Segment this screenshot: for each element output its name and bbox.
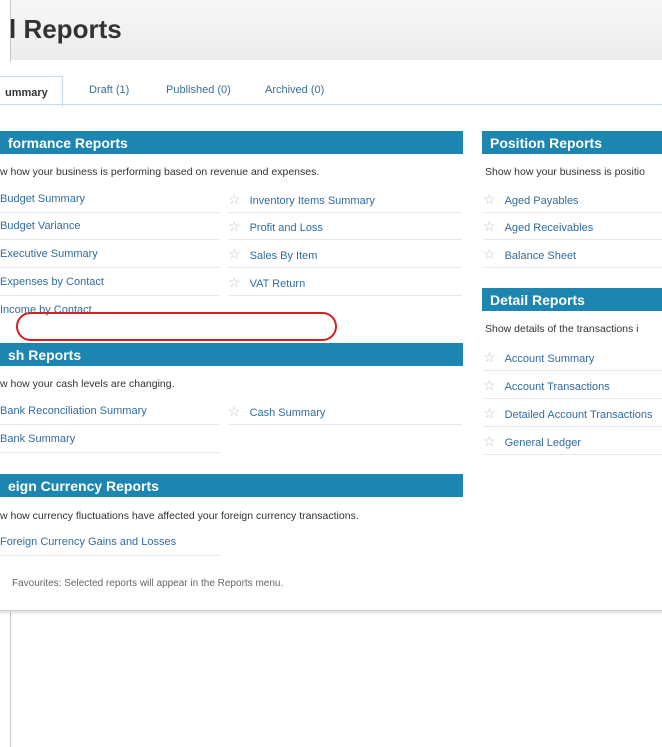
- tab-divider: [0, 104, 662, 105]
- report-link-account-summary[interactable]: ☆ Account Summary: [483, 344, 662, 371]
- report-link-budget-variance[interactable]: Budget Variance: [0, 213, 220, 240]
- report-tabs: ummary Draft (1) Published (0) Archived …: [0, 76, 662, 108]
- position-reports-description: Show how your business is positio: [485, 166, 645, 178]
- page-title: l Reports: [9, 14, 122, 44]
- report-link-label: Sales By Item: [249, 250, 318, 262]
- favourite-star-icon[interactable]: ☆: [228, 191, 241, 207]
- report-link-balance-sheet[interactable]: ☆ Balance Sheet: [483, 241, 662, 268]
- tab-published[interactable]: Published (0): [166, 84, 231, 96]
- report-link-profit-and-loss[interactable]: ☆ Profit and Loss: [228, 213, 462, 240]
- report-link-label: Bank Reconciliation Summary: [0, 405, 147, 417]
- favourite-star-icon[interactable]: ☆: [483, 349, 496, 365]
- favourite-star-icon[interactable]: ☆: [483, 218, 496, 234]
- favourite-star-icon[interactable]: ☆: [228, 403, 241, 419]
- report-link-label: Inventory Items Summary: [249, 195, 375, 207]
- report-link-label: VAT Return: [249, 278, 306, 290]
- tab-draft[interactable]: Draft (1): [89, 84, 129, 96]
- report-link-label: Account Summary: [504, 353, 595, 365]
- favourites-note: Favourites: Selected reports will appear…: [12, 578, 284, 589]
- favourite-star-icon[interactable]: ☆: [228, 246, 241, 262]
- position-reports-header: Position Reports: [482, 131, 662, 154]
- report-link-account-transactions[interactable]: ☆ Account Transactions: [483, 372, 662, 399]
- tab-archived[interactable]: Archived (0): [265, 84, 324, 96]
- report-link-label: Aged Payables: [504, 195, 579, 207]
- report-link-aged-payables[interactable]: ☆ Aged Payables: [483, 186, 662, 213]
- report-link-label: Budget Variance: [0, 220, 81, 232]
- favourite-star-icon[interactable]: ☆: [228, 274, 241, 290]
- favourite-star-icon[interactable]: ☆: [483, 405, 496, 421]
- foreign-currency-reports-description: w how currency fluctuations have affecte…: [0, 510, 359, 522]
- report-link-sales-by-item[interactable]: ☆ Sales By Item: [228, 241, 462, 268]
- detail-reports-description: Show details of the transactions i: [485, 323, 639, 335]
- report-link-executive-summary[interactable]: Executive Summary: [0, 241, 220, 268]
- favourite-star-icon[interactable]: ☆: [483, 433, 496, 449]
- favourite-star-icon[interactable]: ☆: [483, 377, 496, 393]
- report-link-label: General Ledger: [504, 437, 582, 449]
- favourite-star-icon[interactable]: ☆: [483, 246, 496, 262]
- report-link-label: Executive Summary: [0, 248, 98, 260]
- foreign-currency-reports-header: eign Currency Reports: [0, 474, 463, 497]
- report-link-label: Aged Receivables: [504, 222, 594, 234]
- report-link-expenses-by-contact[interactable]: Expenses by Contact: [0, 269, 220, 296]
- cash-reports-header: sh Reports: [0, 343, 463, 366]
- report-link-label: Foreign Currency Gains and Losses: [0, 536, 177, 548]
- report-link-vat-return[interactable]: ☆ VAT Return: [228, 269, 462, 296]
- favourite-star-icon[interactable]: ☆: [483, 191, 496, 207]
- report-link-bank-reconciliation-summary[interactable]: Bank Reconciliation Summary: [0, 398, 220, 425]
- favourite-star-icon[interactable]: ☆: [228, 218, 241, 234]
- report-link-label: Profit and Loss: [249, 222, 323, 234]
- report-link-cash-summary[interactable]: ☆ Cash Summary: [228, 398, 462, 425]
- report-link-label: Balance Sheet: [504, 250, 577, 262]
- report-link-bank-summary[interactable]: Bank Summary: [0, 426, 220, 453]
- report-link-label: Expenses by Contact: [0, 276, 104, 288]
- performance-reports-header: formance Reports: [0, 131, 463, 154]
- highlight-outline: [16, 312, 337, 341]
- report-link-label: Budget Summary: [0, 193, 85, 205]
- report-link-detailed-account-transactions[interactable]: ☆ Detailed Account Transactions: [483, 400, 662, 427]
- report-link-label: Account Transactions: [504, 381, 610, 393]
- detail-reports-header: Detail Reports: [482, 288, 662, 311]
- report-link-label: Cash Summary: [249, 407, 326, 419]
- report-link-aged-receivables[interactable]: ☆ Aged Receivables: [483, 213, 662, 240]
- cash-reports-description: w how your cash levels are changing.: [0, 378, 175, 390]
- performance-reports-description: w how your business is performing based …: [0, 166, 320, 178]
- report-link-label: Detailed Account Transactions: [504, 409, 653, 421]
- report-link-label: Bank Summary: [0, 433, 76, 445]
- report-link-budget-summary[interactable]: Budget Summary: [0, 186, 220, 213]
- report-link-foreign-currency-gains-and-losses[interactable]: Foreign Currency Gains and Losses: [0, 529, 220, 556]
- page-header: l Reports: [9, 0, 662, 60]
- report-link-general-ledger[interactable]: ☆ General Ledger: [483, 428, 662, 455]
- report-link-inventory-items-summary[interactable]: ☆ Inventory Items Summary: [228, 186, 462, 213]
